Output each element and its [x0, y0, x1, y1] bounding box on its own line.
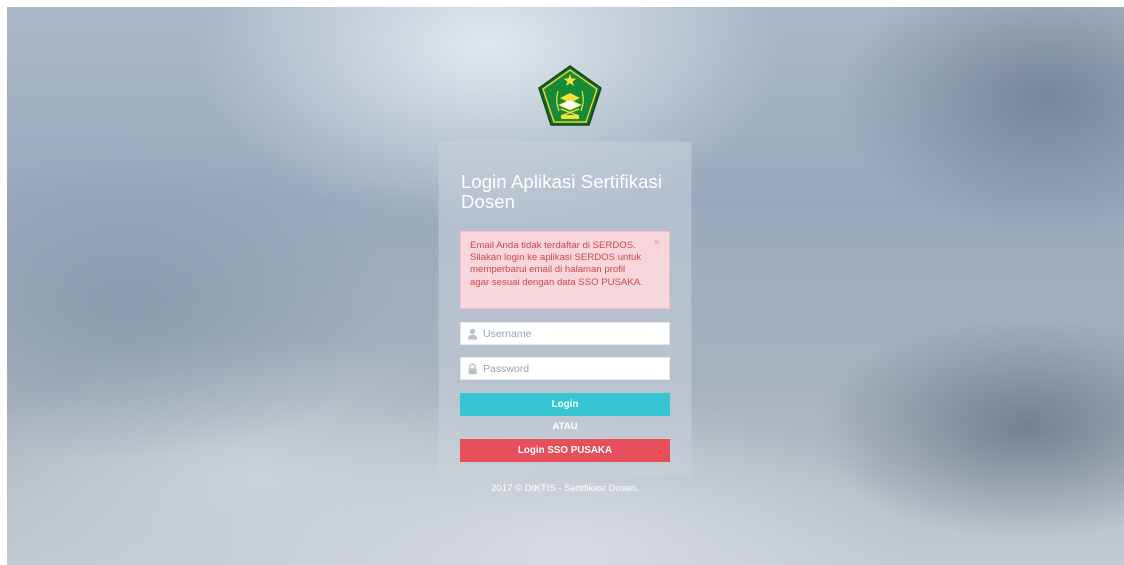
login-card: Login Aplikasi Sertifikasi Dosen Email A…: [439, 142, 691, 474]
alert-message: Email Anda tidak terdaftar di SERDOS. Si…: [470, 240, 643, 288]
login-button[interactable]: Login: [460, 393, 670, 416]
login-sso-button[interactable]: Login SSO PUSAKA: [460, 439, 670, 462]
login-page-background: Login Aplikasi Sertifikasi Dosen Email A…: [7, 7, 1124, 565]
or-divider: ATAU: [552, 421, 578, 432]
error-alert: Email Anda tidak terdaftar di SERDOS. Si…: [460, 231, 670, 309]
kemenag-logo: [538, 65, 602, 126]
lock-icon: [468, 363, 477, 375]
password-field[interactable]: [460, 357, 670, 380]
username-field[interactable]: [460, 322, 670, 345]
username-input[interactable]: [483, 323, 663, 344]
user-icon: [467, 328, 478, 340]
footer-copyright: 2017 © DIKTIS - Sertifikasi Dosen.: [491, 483, 639, 494]
page-title: Login Aplikasi Sertifikasi Dosen: [461, 171, 663, 212]
password-input[interactable]: [483, 358, 663, 379]
close-icon[interactable]: ×: [653, 236, 660, 248]
